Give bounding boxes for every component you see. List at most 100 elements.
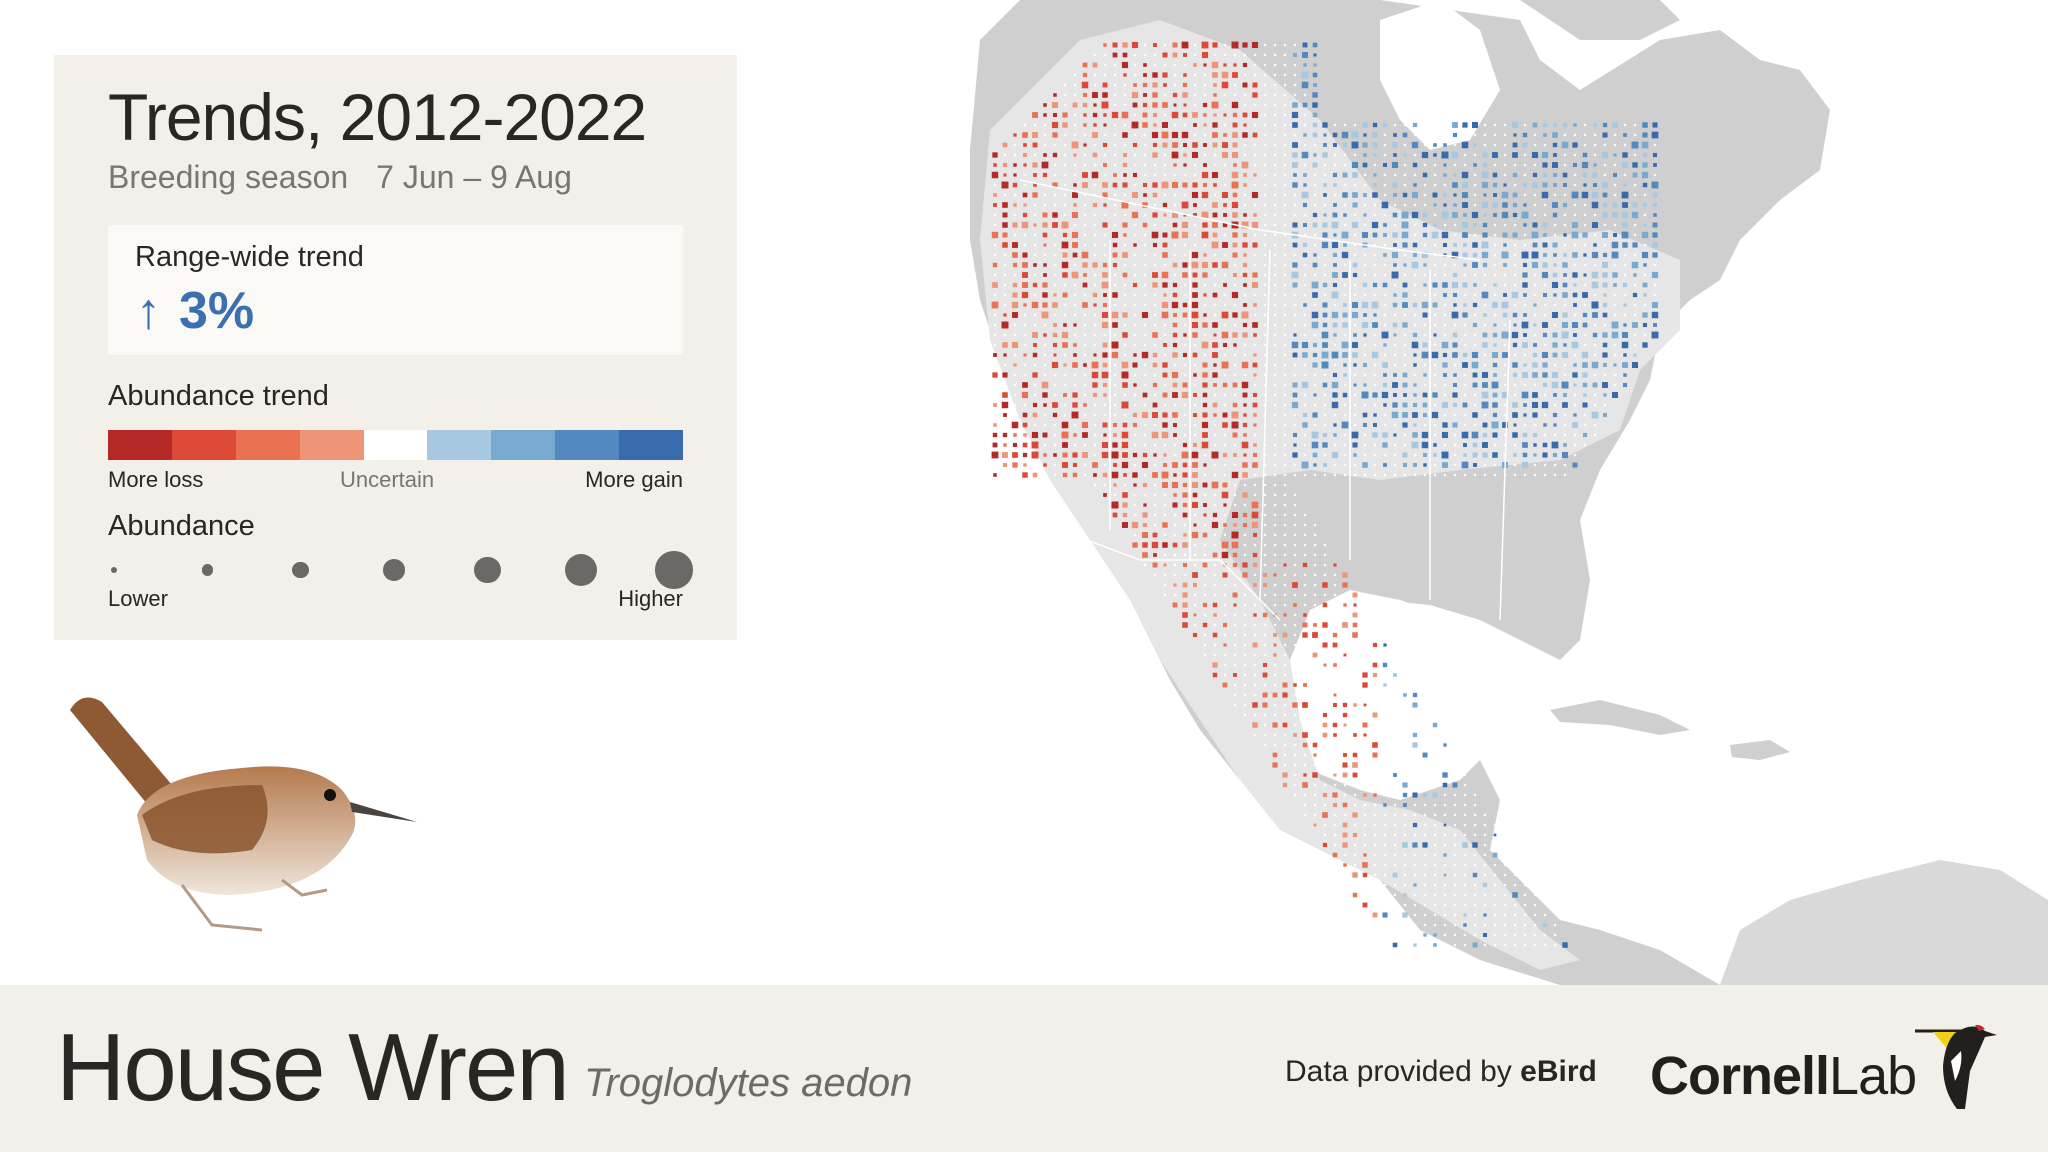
trend-cell (1202, 182, 1208, 188)
trend-cell (1163, 343, 1167, 347)
trend-cell (1373, 213, 1377, 217)
trend-cell (1102, 82, 1108, 88)
trend-cell (1003, 273, 1007, 277)
trend-cell (1403, 313, 1407, 317)
trend-cell (1543, 233, 1547, 237)
trend-cell (1463, 293, 1467, 297)
cornell-lab-logo[interactable]: CornellLab (1650, 1024, 2000, 1115)
trend-cell (1293, 623, 1297, 627)
trend-cell (1083, 463, 1087, 467)
trend-cell (1463, 943, 1467, 947)
trend-cell (1152, 182, 1158, 188)
trend-cell (1142, 532, 1148, 538)
trend-cell (1482, 382, 1488, 388)
trend-cell (1333, 613, 1337, 617)
abundance-level-dot (473, 556, 501, 584)
trend-cell (1183, 333, 1187, 337)
trend-cell (1173, 573, 1177, 577)
trend-cell (1393, 763, 1397, 767)
trend-cell (1293, 503, 1297, 507)
trend-cell (1373, 823, 1377, 827)
trend-cell (1163, 63, 1167, 67)
trend-cell (1603, 323, 1607, 327)
trend-cell (1313, 373, 1317, 377)
trend-cell (1423, 133, 1427, 137)
trend-cell (1593, 373, 1597, 377)
trend-cell (1273, 53, 1277, 57)
trend-cell (1303, 663, 1307, 667)
trend-cell (1363, 703, 1367, 707)
trend-cell (1143, 373, 1147, 377)
trend-cell (1071, 141, 1079, 149)
trend-cell (1343, 783, 1347, 787)
trend-cell (1433, 853, 1437, 857)
trend-cell (1373, 653, 1377, 657)
trend-cell (1223, 103, 1227, 107)
trend-cell (1232, 132, 1238, 138)
trend-cell (1403, 743, 1407, 747)
trend-cell (1223, 43, 1227, 47)
trend-cell (1003, 413, 1007, 417)
trend-cell (1642, 342, 1648, 348)
trend-cell (1303, 123, 1307, 127)
trend-cell (1562, 262, 1568, 268)
trend-cell (1373, 793, 1377, 797)
trend-cell (1062, 272, 1068, 278)
trend-cell (1642, 122, 1648, 128)
trend-cell (1472, 872, 1478, 878)
trend-cell (1453, 383, 1457, 387)
trend-cell (1403, 433, 1407, 437)
trend-cell (1473, 423, 1477, 427)
trend-cell (1192, 492, 1198, 498)
trend-cell (1362, 862, 1368, 868)
trend-cell (1483, 313, 1487, 317)
trend-cell (1282, 722, 1288, 728)
trend-cell (1162, 522, 1168, 528)
ebird-link[interactable]: eBird (1520, 1055, 1597, 1088)
trend-cell (1412, 252, 1418, 258)
trend-cell (1233, 163, 1237, 167)
trend-cell (1292, 352, 1298, 358)
trend-cell (1042, 392, 1048, 398)
trend-cell (1242, 572, 1248, 578)
trend-cell (1331, 451, 1339, 459)
trend-cell (1273, 343, 1277, 347)
trend-cell (1172, 222, 1178, 228)
trend-cell (1453, 853, 1457, 857)
trend-cell (1403, 473, 1407, 477)
trend-cell (1293, 363, 1297, 367)
trend-cell (1362, 142, 1368, 148)
trend-cell (1233, 683, 1237, 687)
trend-cell (1573, 133, 1577, 137)
trend-cell (1532, 122, 1538, 128)
trend-cell (1342, 832, 1348, 838)
trend-cell (1523, 363, 1527, 367)
trend-cell (1013, 473, 1017, 477)
trend-cell (1303, 573, 1307, 577)
trend-cell (1343, 733, 1347, 737)
trend-cell (1583, 273, 1587, 277)
trend-cell (1202, 622, 1208, 628)
trend-cell (1133, 163, 1137, 167)
abundance-size-scale (108, 550, 693, 590)
trend-cell (1343, 433, 1347, 437)
trend-cell (1523, 293, 1527, 297)
trend-cell (1413, 713, 1417, 717)
trend-cell (1172, 92, 1178, 98)
abundance-trend-heading: Abundance trend (108, 380, 329, 412)
trend-cell (1633, 193, 1637, 197)
trend-map[interactable] (960, 0, 2048, 985)
trend-cell (1222, 482, 1228, 488)
trend-cell (1133, 313, 1137, 317)
trend-cell (1473, 883, 1477, 887)
trend-cell (1192, 572, 1198, 578)
trend-cell (1253, 253, 1257, 257)
trend-cell (1373, 163, 1377, 167)
trend-cell (1613, 373, 1617, 377)
trend-cell (1543, 463, 1547, 467)
trend-cell (1533, 143, 1537, 147)
trend-cell (1293, 673, 1297, 677)
trend-cell (1333, 143, 1337, 147)
trend-cell (1173, 563, 1177, 567)
trend-cell (1653, 173, 1657, 177)
